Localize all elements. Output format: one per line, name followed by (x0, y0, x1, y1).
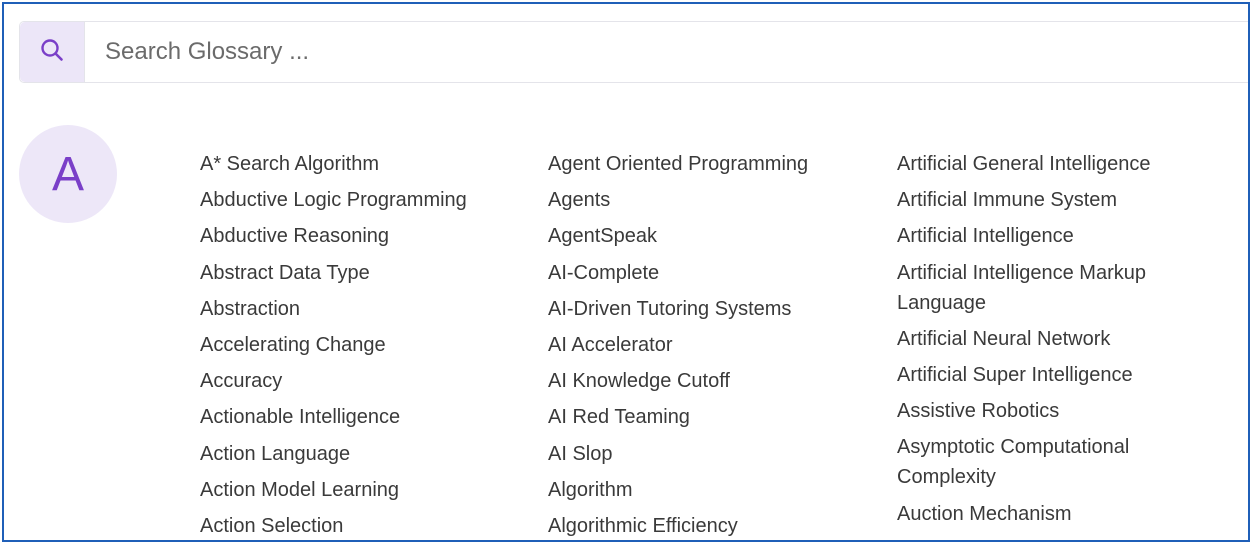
glossary-term-link[interactable]: Algorithmic Efficiency (548, 511, 878, 540)
glossary-term-link[interactable]: Assistive Robotics (897, 396, 1217, 426)
glossary-term-link[interactable]: Action Model Learning (200, 475, 530, 505)
glossary-term-link[interactable]: Actionable Intelligence (200, 402, 530, 432)
glossary-term-link[interactable]: AI Slop (548, 439, 878, 469)
glossary-term-link[interactable]: Agent Oriented Programming (548, 149, 878, 179)
search-icon (39, 37, 65, 68)
glossary-term-link[interactable]: A* Search Algorithm (200, 149, 530, 179)
glossary-term-link[interactable]: Artificial Intelligence Markup Language (897, 258, 1217, 318)
glossary-term-link[interactable]: Algorithm (548, 475, 878, 505)
section-letter-badge: A (19, 125, 117, 223)
search-bar (19, 21, 1248, 83)
term-column-1: A* Search Algorithm Abductive Logic Prog… (200, 149, 530, 540)
glossary-term-link[interactable]: Action Selection (200, 511, 530, 540)
glossary-term-link[interactable]: AI-Driven Tutoring Systems (548, 294, 878, 324)
glossary-term-link[interactable]: Artificial Super Intelligence (897, 360, 1217, 390)
glossary-term-link[interactable]: Abductive Logic Programming (200, 185, 530, 215)
term-column-2: Agent Oriented Programming Agents AgentS… (548, 149, 878, 540)
search-input[interactable] (85, 22, 1248, 82)
glossary-frame: A A* Search Algorithm Abductive Logic Pr… (2, 2, 1250, 542)
glossary-term-link[interactable]: Artificial Immune System (897, 185, 1217, 215)
glossary-term-link[interactable]: AI Knowledge Cutoff (548, 366, 878, 396)
glossary-term-link[interactable]: AI-Complete (548, 258, 878, 288)
search-button[interactable] (20, 22, 85, 82)
glossary-term-link[interactable]: Artificial General Intelligence (897, 149, 1217, 179)
glossary-term-link[interactable]: Agents (548, 185, 878, 215)
glossary-term-link[interactable]: Artificial Intelligence (897, 221, 1217, 251)
glossary-term-link[interactable]: Asymptotic Computational Complexity (897, 432, 1217, 492)
glossary-term-link[interactable]: AI Red Teaming (548, 402, 878, 432)
glossary-term-link[interactable]: Action Language (200, 439, 530, 469)
glossary-term-link[interactable]: Accuracy (200, 366, 530, 396)
glossary-term-link[interactable]: Abductive Reasoning (200, 221, 530, 251)
glossary-term-link[interactable]: Auction Mechanism (897, 499, 1217, 529)
glossary-term-link[interactable]: AI Accelerator (548, 330, 878, 360)
glossary-term-link[interactable]: Abstract Data Type (200, 258, 530, 288)
term-column-3: Artificial General Intelligence Artifici… (897, 149, 1217, 535)
glossary-term-link[interactable]: Abstraction (200, 294, 530, 324)
glossary-term-link[interactable]: Accelerating Change (200, 330, 530, 360)
glossary-term-link[interactable]: AgentSpeak (548, 221, 878, 251)
glossary-term-link[interactable]: Artificial Neural Network (897, 324, 1217, 354)
